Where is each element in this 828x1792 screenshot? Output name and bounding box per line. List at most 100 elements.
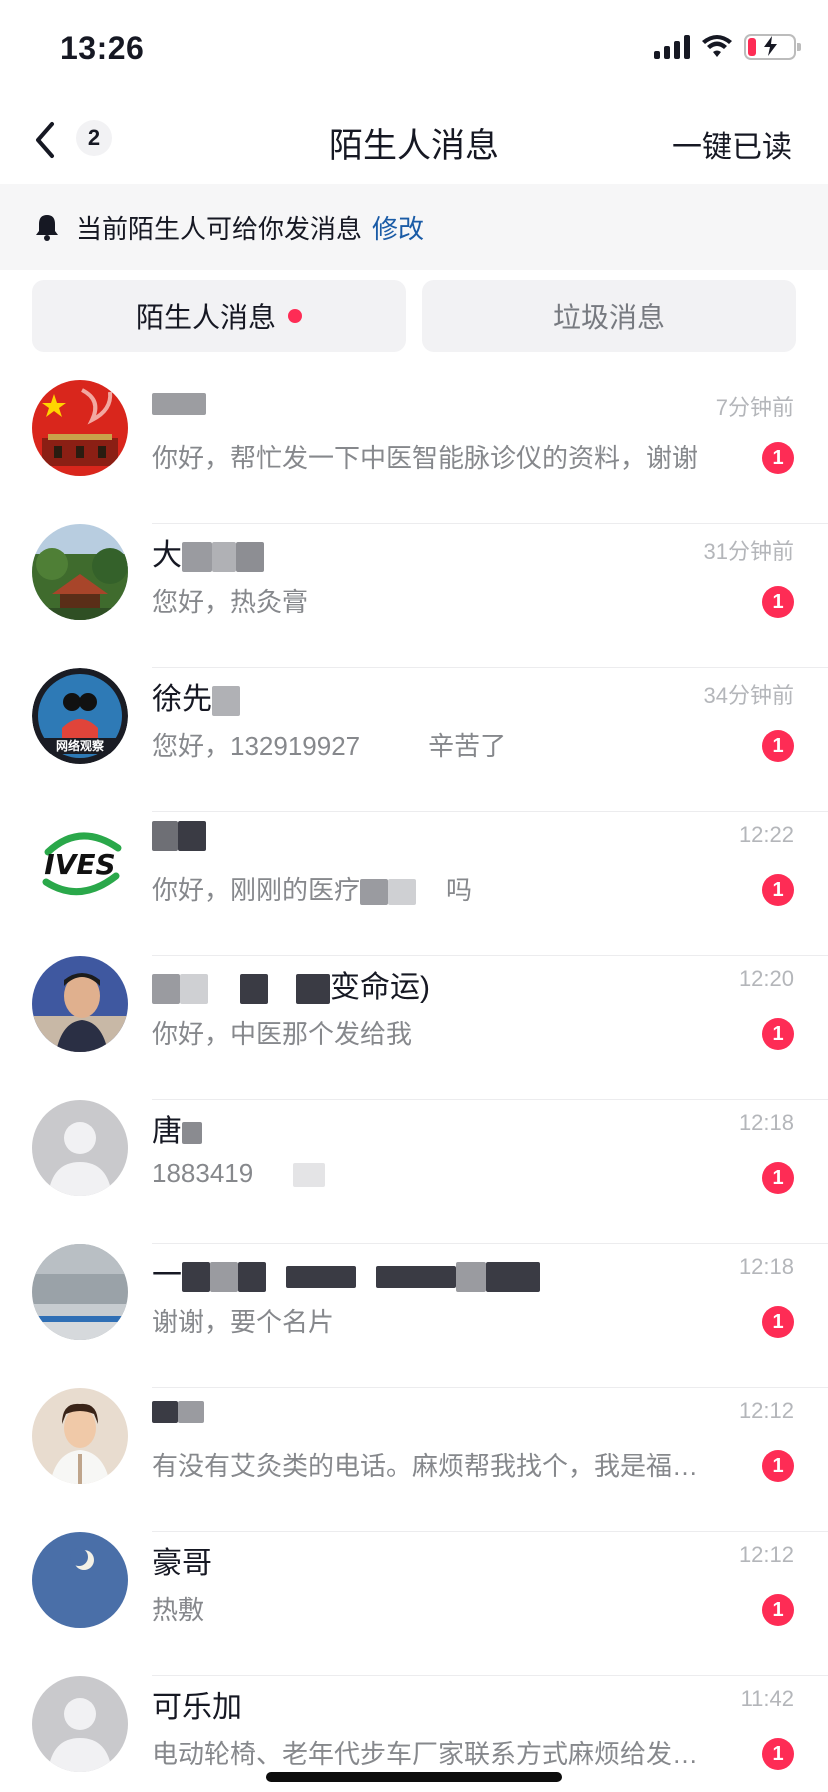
chevron-left-icon: [36, 122, 54, 158]
list-item-body: 豪哥 12:12 热敷 1: [152, 1532, 828, 1676]
message-time: 12:20: [738, 966, 794, 991]
sky-avatar-icon: [32, 1244, 128, 1340]
list-item[interactable]: IVES 12:22 你好，刚刚的医疗吗 1: [0, 812, 828, 956]
wifi-icon: [702, 35, 732, 57]
list-item-body: 12:12 有没有艾灸类的电话。麻烦帮我找个，我是福… 1: [152, 1388, 828, 1532]
list-item-body: 大 31分钟前 您好，热灸膏 1: [152, 524, 828, 668]
message-preview: 您好，热灸膏: [152, 587, 309, 617]
list-item[interactable]: 大 31分钟前 您好，热灸膏 1: [0, 524, 828, 668]
list-item[interactable]: 变命运) 12:20 你好，中医那个发给我 1: [0, 956, 828, 1100]
list-item-body: 7分钟前 你好，帮忙发一下中医智能脉诊仪的资料，谢谢 1: [152, 380, 828, 524]
unread-badge: 1: [762, 874, 794, 906]
svg-text:网络观察: 网络观察: [56, 738, 105, 753]
contact-name: 大: [152, 530, 264, 574]
message-time: 31分钟前: [703, 539, 794, 564]
unread-badge: 1: [762, 1738, 794, 1770]
ives-logo-avatar-icon: IVES: [32, 812, 128, 908]
avatar: [32, 1100, 128, 1196]
message-preview: 有没有艾灸类的电话。麻烦帮我找个，我是福…: [152, 1451, 699, 1481]
avatar: [32, 1244, 128, 1340]
default-avatar-icon: [32, 1676, 128, 1772]
message-time: 34分钟前: [703, 683, 794, 708]
woman-avatar-icon: [32, 1388, 128, 1484]
list-item-body: 一 12:18 谢谢，要个名片 1: [152, 1244, 828, 1388]
list-item-body: 变命运) 12:20 你好，中医那个发给我 1: [152, 956, 828, 1100]
message-list: 7分钟前 你好，帮忙发一下中医智能脉诊仪的资料，谢谢 1 大 31分钟前 您好，…: [0, 380, 828, 1792]
message-preview: 你好，中医那个发给我: [152, 1019, 413, 1049]
status-icons: [654, 34, 801, 60]
contact-name: [152, 386, 206, 420]
unread-badge: 1: [762, 1018, 794, 1050]
avatar: IVES: [32, 812, 128, 908]
unread-badge: 1: [762, 586, 794, 618]
avatar: [32, 1676, 128, 1772]
modify-link[interactable]: 修改: [372, 209, 424, 246]
message-tabs: 陌生人消息 垃圾消息: [32, 280, 796, 352]
message-preview: 谢谢，要个名片: [152, 1307, 335, 1337]
list-item-body: 12:22 你好，刚刚的医疗吗 1: [152, 812, 828, 956]
avatar: [32, 956, 128, 1052]
battery-icon: [744, 34, 801, 60]
contact-name: 唐: [152, 1106, 202, 1150]
moon-avatar-icon: [32, 1532, 128, 1628]
message-preview: 1883419: [152, 1158, 742, 1189]
message-time: 7分钟前: [715, 395, 794, 420]
unread-badge: 1: [762, 1450, 794, 1482]
back-button[interactable]: [30, 118, 66, 162]
list-item-body: 徐先 34分钟前 您好，132919927 辛苦了 1: [152, 668, 828, 812]
list-item[interactable]: 12:12 有没有艾灸类的电话。麻烦帮我找个，我是福… 1: [0, 1388, 828, 1532]
message-preview: 你好，帮忙发一下中医智能脉诊仪的资料，谢谢: [152, 443, 699, 473]
notice-text: 当前陌生人可给你发消息: [76, 213, 363, 244]
home-indicator: [266, 1772, 562, 1782]
avatar: [32, 380, 128, 476]
man-avatar-icon: [32, 956, 128, 1052]
contact-name: 豪哥: [152, 1547, 212, 1580]
message-preview: 您好，132919927 辛苦了: [152, 731, 507, 761]
contact-name: 变命运): [152, 962, 430, 1006]
list-item[interactable]: 唐 12:18 1883419 1: [0, 1100, 828, 1244]
contact-name: [152, 1394, 204, 1428]
tab-stranger-messages[interactable]: 陌生人消息: [32, 280, 406, 352]
unread-count-badge: 2: [76, 120, 112, 156]
unread-badge: 1: [762, 1162, 794, 1194]
mark-all-read-button[interactable]: 一键已读: [672, 122, 792, 166]
signal-icon: [654, 35, 690, 59]
avatar: 网络观察: [32, 668, 128, 764]
list-item-body: 唐 12:18 1883419 1: [152, 1100, 828, 1244]
list-item[interactable]: 一 12:18 谢谢，要个名片 1: [0, 1244, 828, 1388]
contact-name: [152, 818, 206, 852]
unread-badge: 1: [762, 442, 794, 474]
unread-badge: 1: [762, 1594, 794, 1626]
avatar: [32, 1532, 128, 1628]
contact-name: 徐先: [152, 674, 240, 718]
list-item[interactable]: 网络观察 徐先 34分钟前 您好，132919927 辛苦了 1: [0, 668, 828, 812]
tab-spam-messages[interactable]: 垃圾消息: [422, 280, 796, 352]
list-item[interactable]: 豪哥 12:12 热敷 1: [0, 1532, 828, 1676]
new-dot: [288, 309, 302, 323]
status-time: 13:26: [60, 30, 145, 66]
message-preview: 热敷: [152, 1595, 205, 1625]
pavilion-avatar-icon: [32, 524, 128, 620]
privacy-notice: 当前陌生人可给你发消息 修改: [0, 184, 828, 270]
list-item[interactable]: 7分钟前 你好，帮忙发一下中医智能脉诊仪的资料，谢谢 1: [0, 380, 828, 524]
unread-badge: 1: [762, 1306, 794, 1338]
default-avatar-icon: [32, 1100, 128, 1196]
message-time: 12:18: [738, 1110, 794, 1135]
bell-icon: [36, 215, 58, 241]
message-time: 12:12: [738, 1398, 794, 1423]
message-time: 11:42: [740, 1686, 794, 1711]
message-preview: 你好，刚刚的医疗吗: [152, 875, 473, 906]
avatar: [32, 524, 128, 620]
flag-avatar-icon: [32, 380, 128, 476]
contact-name: 可乐加: [152, 1691, 242, 1724]
avatar: [32, 1388, 128, 1484]
message-time: 12:12: [738, 1542, 794, 1567]
message-time: 12:18: [738, 1254, 794, 1279]
status-bar: 13:26: [0, 0, 828, 96]
message-time: 12:22: [738, 822, 794, 847]
svg-text:IVES: IVES: [44, 848, 115, 881]
tab-label: 垃圾消息: [552, 302, 665, 333]
nav-bar: 2 陌生人消息 一键已读: [0, 96, 828, 184]
unread-badge: 1: [762, 730, 794, 762]
contact-name: 一: [152, 1250, 540, 1294]
